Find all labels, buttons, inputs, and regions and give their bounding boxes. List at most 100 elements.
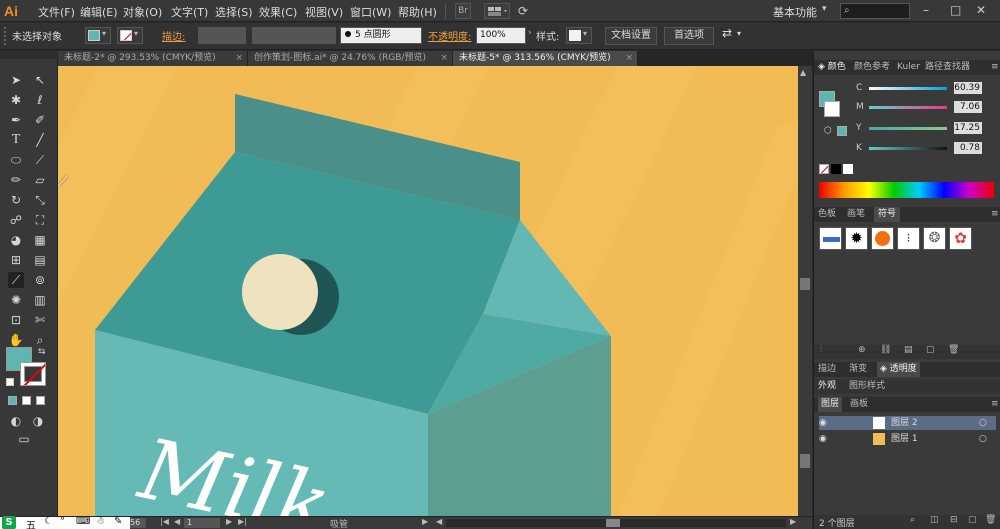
white-swatch[interactable] xyxy=(843,164,853,174)
tab-layers[interactable]: 图层 xyxy=(818,397,843,412)
tab-document-5[interactable]: 未标题-5* @ 313.56% (CMYK/预览) × xyxy=(453,51,638,66)
tab-pathfinder[interactable]: 路径查找器 xyxy=(925,60,970,75)
tab-swatches[interactable]: 色板 xyxy=(818,207,836,222)
symbol-options-icon[interactable]: ▤ xyxy=(904,345,913,355)
panel-menu-icon[interactable]: ≡ xyxy=(991,397,999,412)
tab-graphic-styles[interactable]: 图形样式 xyxy=(849,379,885,394)
break-link-icon[interactable]: ⛓ xyxy=(880,345,891,355)
tab-gradient[interactable]: 渐变 xyxy=(849,362,867,377)
symbol-libraries-icon[interactable]: ⫶ xyxy=(820,345,822,355)
tab-brushes[interactable]: 画笔 xyxy=(847,207,865,222)
workspace-dropdown-icon[interactable]: ▾ xyxy=(822,4,827,14)
tab-transparency[interactable]: ◈ 透明度 xyxy=(877,362,920,377)
color-spectrum-bar[interactable] xyxy=(819,182,994,198)
black-value-input[interactable]: 0.78 xyxy=(954,142,982,154)
free-transform-tool-icon[interactable]: ⛶ xyxy=(32,212,48,228)
draw-mode-icon[interactable]: ◐ xyxy=(8,413,24,429)
magenta-slider[interactable] xyxy=(869,106,947,109)
artboard-canvas[interactable]: Milk ⟋ xyxy=(58,66,798,516)
layer-target-icon[interactable]: ○ xyxy=(979,416,987,430)
ime-punct-icon[interactable]: ° xyxy=(60,516,65,527)
eraser-tool-icon[interactable]: ▱ xyxy=(32,172,48,188)
vertical-scroll-thumb[interactable] xyxy=(800,278,810,290)
symbol-ring[interactable]: ❂ xyxy=(923,227,946,250)
symbol-orange-button[interactable] xyxy=(871,227,894,250)
tab-artboards[interactable]: 画板 xyxy=(850,397,868,412)
prev-page-icon[interactable]: ◀ xyxy=(174,517,180,526)
fill-color-picker[interactable]: ▾ xyxy=(85,27,111,44)
tab-close-icon[interactable]: × xyxy=(235,51,243,66)
mesh-tool-icon[interactable]: ⊞ xyxy=(8,252,24,268)
yellow-value-input[interactable]: 17.25 xyxy=(954,122,982,134)
draw-behind-icon[interactable]: ◑ xyxy=(30,413,46,429)
gradient-tool-icon[interactable]: ▤ xyxy=(32,252,48,268)
scale-tool-icon[interactable]: ⤡ xyxy=(32,192,48,208)
scroll-right-arrow-icon[interactable]: ▶ xyxy=(790,517,796,526)
color-stroke-swatch[interactable] xyxy=(824,101,840,117)
pencil-tool-icon[interactable]: ✏ xyxy=(8,172,24,188)
pen-tool-icon[interactable]: ✒ xyxy=(8,112,24,128)
rotate-tool-icon[interactable]: ↻ xyxy=(8,192,24,208)
line-tool-icon[interactable]: ╱ xyxy=(32,132,48,148)
grip-handle[interactable] xyxy=(4,27,6,45)
stroke-color-picker[interactable]: ▾ xyxy=(117,27,143,44)
help-search-input[interactable]: ⌕ xyxy=(840,3,910,19)
page-number-input[interactable]: 1 xyxy=(184,518,220,528)
swap-fill-stroke-icon[interactable]: ⇆ xyxy=(38,347,46,357)
bridge-icon[interactable]: Br xyxy=(455,3,471,19)
ime-keyboard-icon[interactable]: ⌨ xyxy=(76,516,90,527)
delete-symbol-icon[interactable]: 🗑 xyxy=(948,345,959,355)
workspace-switcher[interactable]: 基本功能 xyxy=(773,4,817,20)
zoom-level[interactable]: 56 xyxy=(130,518,146,528)
layer-target-icon[interactable]: ○ xyxy=(979,432,987,446)
default-colors-icon[interactable] xyxy=(6,378,14,386)
tab-document-icon[interactable]: 创作策划-图标.ai* @ 24.76% (RGB/预览) × xyxy=(248,51,453,66)
symbol-blue-banner[interactable] xyxy=(819,227,842,250)
tab-stroke[interactable]: 描边 xyxy=(818,362,836,377)
menu-type[interactable]: 文字(T) xyxy=(171,4,208,20)
artboard-tool-icon[interactable]: ⊡ xyxy=(8,312,24,328)
slice-tool-icon[interactable]: ✄ xyxy=(32,312,48,328)
menu-effect[interactable]: 效果(C) xyxy=(259,4,297,20)
paintbrush-tool-icon[interactable]: ⟋ xyxy=(32,152,48,168)
delete-layer-icon[interactable]: 🗑 xyxy=(985,515,996,525)
perspective-grid-tool-icon[interactable]: ▦ xyxy=(32,232,48,248)
selection-tool-icon[interactable]: ➤ xyxy=(8,72,24,88)
locate-object-icon[interactable]: ⌕ xyxy=(910,515,915,525)
symbol-dotted-frame[interactable]: ⁝ xyxy=(897,227,920,250)
cyan-value-input[interactable]: 60.39 xyxy=(954,82,982,94)
lasso-tool-icon[interactable]: ℓ xyxy=(32,92,48,108)
tab-color-guide[interactable]: 颜色参考 xyxy=(854,60,890,75)
visibility-icon[interactable]: ◉ xyxy=(819,416,833,430)
control-menu-icon[interactable]: ▾ xyxy=(737,29,741,38)
maximize-icon[interactable]: □ xyxy=(950,3,961,17)
type-tool-icon[interactable]: T xyxy=(8,132,24,148)
sync-settings-icon[interactable]: ⟳ xyxy=(518,4,538,18)
color-mode-icon[interactable] xyxy=(8,396,17,405)
hand-tool-icon[interactable]: ✋ xyxy=(8,332,24,348)
ime-tools-icon[interactable]: ✎ xyxy=(114,516,122,527)
yellow-slider[interactable] xyxy=(869,127,947,130)
panel-menu-icon[interactable]: ≡ xyxy=(991,207,999,222)
tab-appearance[interactable]: 外观 xyxy=(818,379,836,394)
vertical-scroll-thumb-2[interactable] xyxy=(800,454,810,468)
menu-help[interactable]: 帮助(H) xyxy=(398,4,437,20)
preferences-button[interactable]: 首选项 xyxy=(664,27,714,45)
scroll-up-arrow-icon[interactable]: ▲ xyxy=(800,68,806,77)
new-symbol-icon[interactable]: ▢ xyxy=(926,345,935,355)
menu-select[interactable]: 选择(S) xyxy=(215,4,253,20)
shape-builder-tool-icon[interactable]: ◕ xyxy=(8,232,24,248)
new-sublayer-icon[interactable]: ⊟ xyxy=(950,515,958,525)
tab-color[interactable]: ◈ 颜色 xyxy=(818,60,846,75)
cyan-slider[interactable] xyxy=(869,87,947,90)
direct-selection-tool-icon[interactable]: ↖ xyxy=(32,72,48,88)
arrange-documents-icon[interactable] xyxy=(484,3,510,19)
menu-object[interactable]: 对象(O) xyxy=(123,4,162,20)
clipping-mask-icon[interactable]: ◫ xyxy=(930,515,939,525)
panel-menu-icon[interactable]: ≡ xyxy=(991,60,999,75)
last-page-icon[interactable]: ▶| xyxy=(238,517,247,526)
blend-tool-icon[interactable]: ⊚ xyxy=(32,272,48,288)
horizontal-scroll-thumb[interactable] xyxy=(606,519,620,527)
new-layer-icon[interactable]: ▢ xyxy=(968,515,977,525)
menu-window[interactable]: 窗口(W) xyxy=(350,4,391,20)
